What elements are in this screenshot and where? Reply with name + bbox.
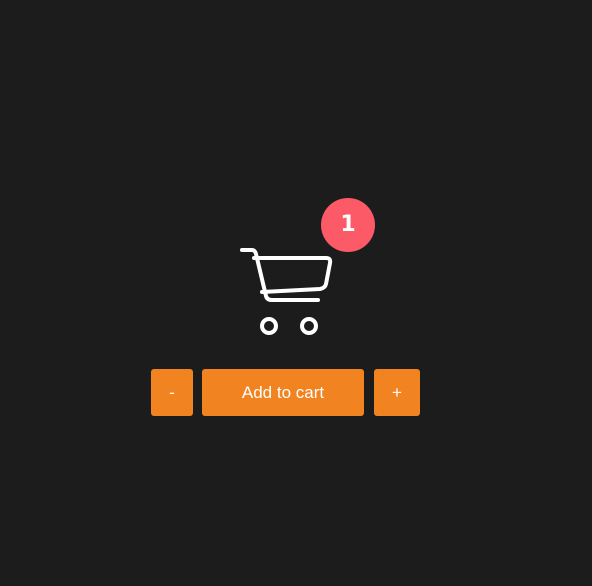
decrement-button[interactable]: -	[151, 369, 193, 416]
shopping-cart-icon	[238, 244, 336, 338]
cart-widget: 1 - Add to cart +	[0, 0, 592, 586]
cart-count-badge: 1	[321, 198, 375, 252]
increment-button[interactable]: +	[374, 369, 420, 416]
add-to-cart-button[interactable]: Add to cart	[202, 369, 364, 416]
